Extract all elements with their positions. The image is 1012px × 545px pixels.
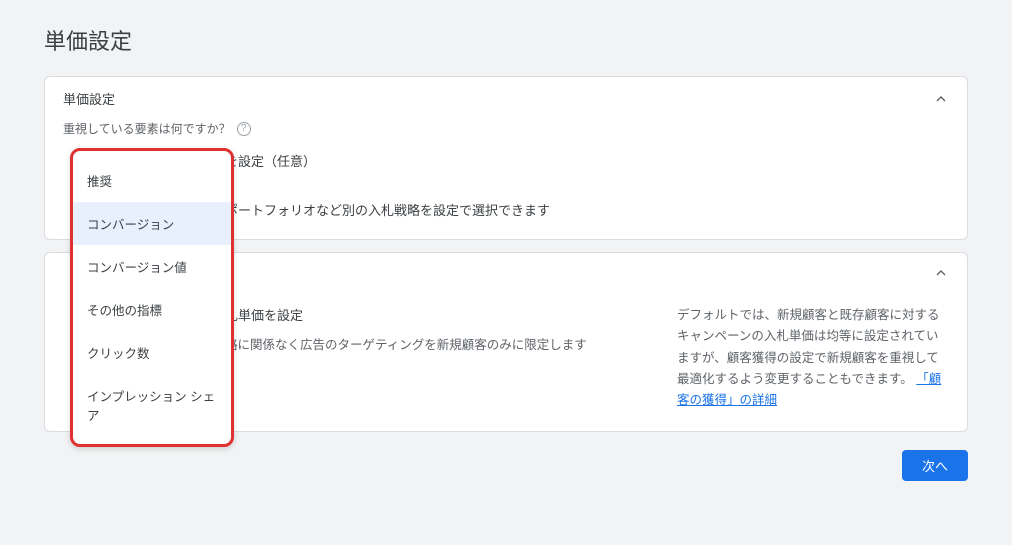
line-set-optional: を設定（任意） <box>225 151 949 170</box>
panel2-left-sub: 略に関係なく広告のターゲティングを新規顧客のみに限定します <box>225 334 645 353</box>
help-icon[interactable]: ? <box>237 122 251 136</box>
panel-header[interactable]: 単価設定 <box>45 77 967 120</box>
panel2-right-text: デフォルトでは、新規顧客と既存顧客に対するキャンペーンの入札単価は均等に設定され… <box>677 308 940 386</box>
focus-question-label: 重視している要素は何ですか？ <box>63 120 231 137</box>
panel2-right-note: デフォルトでは、新規顧客と既存顧客に対するキャンペーンの入札単価は均等に設定され… <box>677 305 949 411</box>
chevron-up-icon[interactable] <box>933 91 949 107</box>
dropdown-item[interactable]: インプレッション シェア <box>73 374 231 436</box>
line-portfolio-note: ポートフォリオなど別の入札戦略を設定で選択できます <box>225 200 949 219</box>
dropdown-item[interactable]: その他の指標 <box>73 288 231 331</box>
page-title: 単価設定 <box>44 24 968 56</box>
focus-dropdown[interactable]: 推奨コンバージョンコンバージョン値その他の指標クリック数インプレッション シェア <box>70 148 234 447</box>
dropdown-item[interactable]: クリック数 <box>73 331 231 374</box>
dropdown-item[interactable]: コンバージョン値 <box>73 245 231 288</box>
dropdown-item[interactable]: コンバージョン <box>73 202 231 245</box>
panel2-left-title: 札単価を設定 <box>225 305 645 324</box>
chevron-up-icon[interactable] <box>933 265 949 281</box>
panel-header-title: 単価設定 <box>63 89 115 108</box>
next-button[interactable]: 次へ <box>902 450 968 481</box>
dropdown-item[interactable]: 推奨 <box>73 159 231 202</box>
